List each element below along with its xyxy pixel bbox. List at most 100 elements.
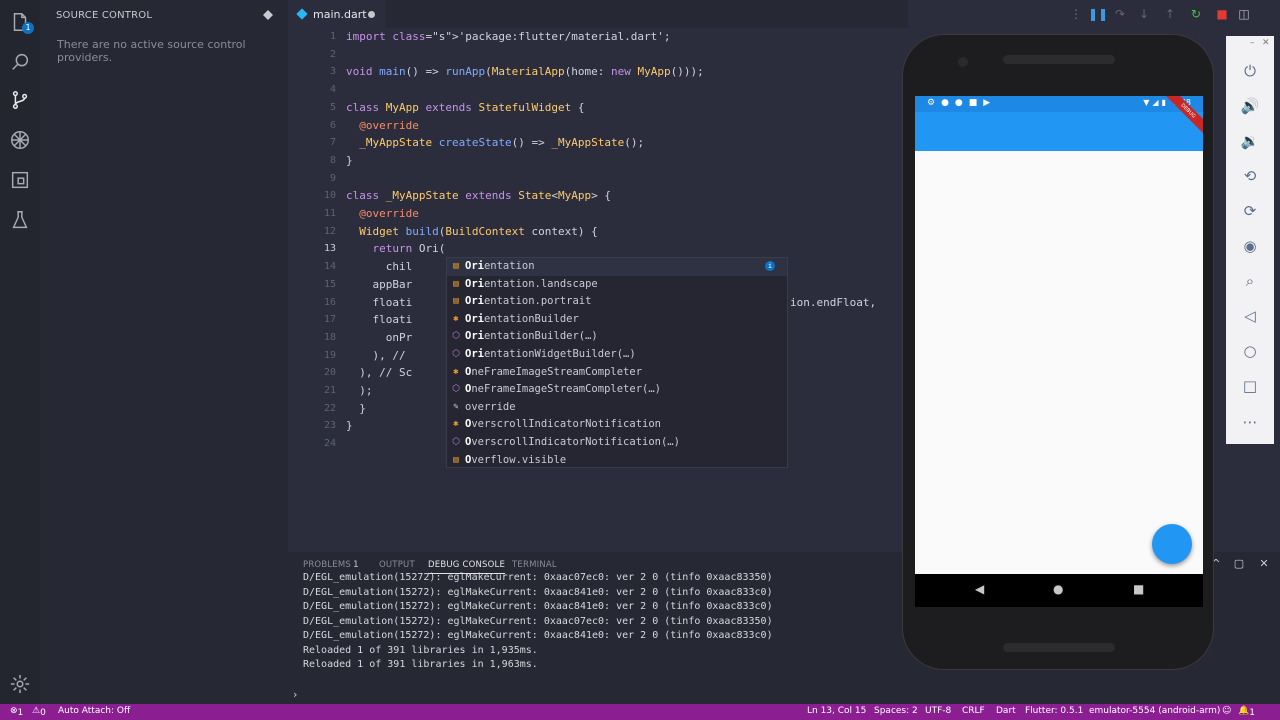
- suggestion-item[interactable]: ▤ Orientation i: [447, 258, 787, 276]
- line-number: 11: [323, 208, 336, 219]
- camera-icon[interactable]: ◉: [1240, 236, 1260, 256]
- search-icon[interactable]: [8, 50, 32, 74]
- code-line: );: [346, 384, 373, 397]
- signal-battery-icons: ▼◢▮: [1143, 98, 1169, 107]
- tab-terminal[interactable]: TERMINAL: [512, 560, 557, 570]
- diamond-icon[interactable]: [261, 8, 275, 22]
- wrench-icon: ✎: [453, 401, 459, 412]
- code-line: }: [346, 401, 366, 415]
- panel-close-icon[interactable]: ✕: [1258, 558, 1270, 570]
- suggestion-item[interactable]: ✎ override: [447, 399, 787, 417]
- test-flask-icon[interactable]: [8, 208, 32, 232]
- line-number: 9: [329, 172, 336, 184]
- code-overflow-fragment: ion.endFloat,: [790, 295, 877, 309]
- step-into-icon[interactable]: ↓: [1136, 6, 1152, 22]
- enum-icon: ▤: [453, 261, 459, 271]
- flutter-version[interactable]: Flutter: 0.5.1: [1025, 706, 1083, 716]
- tab-problems[interactable]: PROBLEMS: [303, 560, 351, 570]
- back-icon[interactable]: ◁: [1240, 306, 1260, 326]
- volume-up-icon[interactable]: 🔊: [1240, 96, 1260, 116]
- notification-icons: ⚙●●■▶: [927, 98, 997, 108]
- sidebar-title: SOURCE CONTROL: [56, 10, 153, 21]
- indent-spaces[interactable]: Spaces: 2: [874, 706, 918, 716]
- suggestion-item[interactable]: ▤ Overflow.visible: [447, 452, 787, 470]
- home-icon[interactable]: ○: [1240, 341, 1260, 361]
- drag-handle-icon[interactable]: ⋮: [1068, 6, 1084, 22]
- errors-indicator[interactable]: ⊗ 1: [10, 706, 23, 718]
- suggestion-item[interactable]: ⬡ OrientationBuilder(…): [447, 328, 787, 346]
- suggestion-item[interactable]: ✱ OverscrollIndicatorNotification: [447, 416, 787, 434]
- step-over-icon[interactable]: ↷: [1112, 6, 1128, 22]
- suggestion-item[interactable]: ✱ OneFrameImageStreamCompleter: [447, 364, 787, 382]
- extensions-icon[interactable]: [8, 168, 32, 192]
- suggestion-item[interactable]: ⬡ OrientationWidgetBuilder(…): [447, 346, 787, 364]
- code-line: Widget build(BuildContext context) {: [359, 224, 598, 238]
- zoom-icon[interactable]: ⌕: [1240, 271, 1260, 291]
- notifications-bell[interactable]: 🔔 1: [1238, 706, 1255, 718]
- settings-gear-icon[interactable]: [8, 672, 32, 696]
- line-number: 23: [323, 420, 336, 432]
- feedback-icon[interactable]: ☺: [1222, 706, 1231, 716]
- debug-icon[interactable]: [8, 128, 32, 152]
- overview-icon[interactable]: □: [1240, 376, 1260, 396]
- app-screen[interactable]: ⚙●●■▶ ▼◢▮ 6:48 DEBUG: [915, 96, 1203, 607]
- line-ending[interactable]: CRLF: [962, 706, 985, 716]
- file-encoding[interactable]: UTF-8: [925, 706, 951, 716]
- device-selector[interactable]: emulator-5554 (android-arm): [1089, 706, 1220, 716]
- auto-attach-status[interactable]: Auto Attach: Off: [58, 706, 130, 716]
- back-nav-icon[interactable]: ◀: [975, 582, 984, 596]
- dart-file-icon: [296, 8, 308, 20]
- rotate-right-icon[interactable]: ⟳: [1240, 201, 1260, 221]
- suggestion-item[interactable]: ▤ Orientation.portrait: [447, 293, 787, 311]
- source-control-badge: 1: [22, 22, 34, 34]
- floating-action-button[interactable]: [1152, 524, 1192, 564]
- suggestion-item[interactable]: ✱ OrientationBuilder: [447, 311, 787, 329]
- code-line: onPr: [346, 330, 413, 344]
- console-line: D/EGL_emulation(15272): eglMakeCurrent: …: [303, 601, 773, 612]
- source-control-sidebar: SOURCE CONTROL There are no active sourc…: [40, 0, 288, 704]
- stop-icon[interactable]: ■: [1214, 6, 1230, 22]
- top-speaker: [1003, 55, 1115, 64]
- pause-icon[interactable]: ❚❚: [1088, 6, 1108, 22]
- panel-maximize-icon[interactable]: ▢: [1233, 558, 1245, 570]
- language-mode[interactable]: Dart: [996, 706, 1016, 716]
- line-number: 15: [323, 278, 336, 290]
- console-prompt[interactable]: ›: [293, 688, 297, 701]
- suggestion-item[interactable]: ⬡ OverscrollIndicatorNotification(…): [447, 434, 787, 452]
- problems-count-badge: 1: [353, 560, 359, 570]
- suggestion-item[interactable]: ▤ Orientation.landscape: [447, 276, 787, 294]
- close-icon[interactable]: ✕: [1262, 38, 1270, 48]
- recents-nav-icon[interactable]: ■: [1133, 582, 1144, 596]
- line-number: 24: [323, 438, 336, 450]
- front-camera: [958, 57, 968, 67]
- constructor-icon: ⬡: [452, 384, 460, 395]
- minimize-icon[interactable]: –: [1250, 38, 1255, 48]
- split-icon[interactable]: ◫: [1236, 6, 1252, 22]
- power-icon[interactable]: ⏻: [1240, 61, 1260, 81]
- status-bar: ⊗ 1 ⚠ 0 Auto Attach: Off Ln 13, Col 15 S…: [0, 704, 1280, 720]
- constructor-icon: ⬡: [452, 349, 460, 359]
- more-icon[interactable]: ⋯: [1240, 412, 1260, 432]
- code-line: @override: [359, 207, 419, 220]
- enum-icon: ▤: [453, 454, 459, 465]
- home-nav-icon[interactable]: ●: [1053, 582, 1063, 596]
- source-control-icon[interactable]: [8, 88, 32, 112]
- tab-label: main.dart: [313, 8, 367, 21]
- unsaved-dot-icon[interactable]: [368, 11, 375, 18]
- android-emulator: ⚙●●■▶ ▼◢▮ 6:48 DEBUG ◀ ● ■: [902, 34, 1214, 670]
- line-number: 20: [323, 367, 336, 379]
- tab-output[interactable]: OUTPUT: [379, 560, 415, 570]
- code-line: floati: [346, 295, 413, 309]
- cursor-position[interactable]: Ln 13, Col 15: [807, 706, 866, 716]
- console-line: D/EGL_emulation(15272): eglMakeCurrent: …: [303, 572, 773, 583]
- rotate-left-icon[interactable]: ⟲: [1240, 166, 1260, 186]
- volume-down-icon[interactable]: 🔉: [1240, 131, 1260, 151]
- restart-icon[interactable]: ↻: [1188, 6, 1204, 22]
- suggestion-item[interactable]: ⬡ OneFrameImageStreamCompleter(…): [447, 381, 787, 399]
- tab-main-dart[interactable]: main.dart: [288, 0, 386, 28]
- emulator-toolbar: – ✕ ⏻ 🔊 🔉 ⟲ ⟳ ◉ ⌕ ◁ ○ □ ⋯: [1226, 36, 1274, 444]
- warnings-indicator[interactable]: ⚠ 0: [32, 706, 46, 718]
- autocomplete-suggestions[interactable]: ▤ Orientation i ▤ Orientation.landscape ▤ Or…: [446, 257, 788, 468]
- info-icon[interactable]: i: [765, 261, 775, 271]
- step-out-icon[interactable]: ↑: [1162, 6, 1178, 22]
